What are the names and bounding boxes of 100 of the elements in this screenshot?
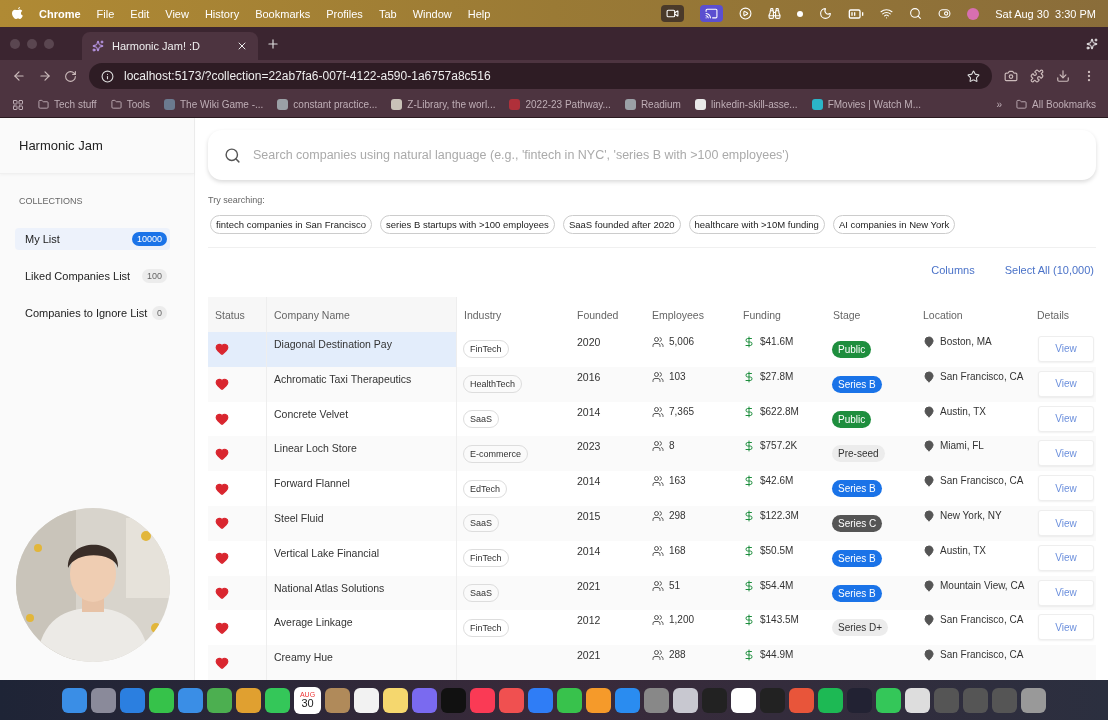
- dollar-icon: [743, 544, 755, 557]
- menu-item[interactable]: Tab: [378, 7, 397, 20]
- funding-amount: $54.4M: [760, 579, 794, 591]
- view-button[interactable]: View: [1038, 579, 1094, 606]
- dock-app-icon[interactable]: [149, 687, 174, 713]
- camera-icon[interactable]: [1004, 69, 1018, 83]
- app-title: Harmonic Jam: [0, 118, 194, 174]
- view-button[interactable]: View: [1038, 335, 1094, 362]
- column-header[interactable]: Company Name: [267, 297, 457, 332]
- extensions-icon[interactable]: [1030, 69, 1044, 83]
- bookmark-link[interactable]: Z-Library, the worl...: [407, 99, 496, 110]
- search-icon[interactable]: [909, 7, 923, 20]
- back-icon[interactable]: [12, 69, 26, 83]
- sparkle-icon[interactable]: [1086, 37, 1098, 50]
- location-text: Mountain View, CA: [940, 579, 1025, 591]
- dock-app-icon[interactable]: [383, 687, 408, 713]
- heart-icon[interactable]: [215, 446, 229, 461]
- wifi-icon[interactable]: [880, 7, 894, 20]
- location-pin-icon: [923, 370, 935, 383]
- dock-app-icon[interactable]: [354, 687, 379, 713]
- heart-icon[interactable]: [215, 516, 229, 531]
- bookmark-link[interactable]: The Wiki Game -...: [180, 99, 264, 110]
- heart-icon[interactable]: [215, 620, 229, 635]
- menu-item[interactable]: Edit: [130, 7, 150, 20]
- info-icon[interactable]: [101, 69, 114, 83]
- collection-item[interactable]: My List 10000: [15, 228, 170, 250]
- dock-app-icon[interactable]: [673, 687, 698, 713]
- dock-app-icon[interactable]: [236, 687, 261, 713]
- founded-year: 2020: [576, 334, 602, 350]
- download-icon[interactable]: [1056, 69, 1070, 83]
- bookmark-link[interactable]: Tools: [126, 99, 150, 110]
- funding-amount: $122.3M: [760, 510, 799, 522]
- menu-item[interactable]: Window: [412, 7, 452, 20]
- dock-app-icon[interactable]: [265, 687, 290, 713]
- bookmark-link[interactable]: All Bookmarks: [1032, 99, 1096, 110]
- select-all-button[interactable]: Select All (10,000): [1004, 264, 1094, 298]
- bookmark-link[interactable]: Tech stuff: [54, 99, 97, 110]
- view-button[interactable]: View: [1038, 405, 1094, 432]
- camera-icon[interactable]: [661, 5, 685, 22]
- menu-item[interactable]: Help: [467, 7, 491, 20]
- view-button[interactable]: View: [1038, 510, 1094, 537]
- location-pin-icon: [923, 405, 935, 418]
- view-button[interactable]: View: [1038, 370, 1094, 397]
- view-button[interactable]: View: [1038, 440, 1094, 467]
- dot-icon[interactable]: [797, 10, 804, 17]
- heart-icon[interactable]: [215, 586, 229, 601]
- heart-icon[interactable]: [215, 655, 229, 670]
- bookmark-link[interactable]: constant practice...: [293, 99, 378, 110]
- collection-item[interactable]: Liked Companies List 100: [15, 265, 170, 287]
- heart-icon[interactable]: [215, 481, 229, 496]
- forward-icon[interactable]: [38, 69, 52, 83]
- collection-item[interactable]: Companies to Ignore List 0: [15, 302, 170, 324]
- founded-year: 2014: [576, 543, 602, 559]
- funding-amount: $50.5M: [760, 544, 794, 556]
- location-text: New York, NY: [940, 510, 1002, 522]
- apps-icon[interactable]: [12, 98, 24, 111]
- columns-button[interactable]: Columns: [931, 264, 975, 298]
- binoculars-icon[interactable]: [768, 7, 782, 20]
- company-name: Diagonal Destination Pay: [267, 331, 457, 367]
- apple-icon[interactable]: [12, 7, 23, 20]
- bookmark-link[interactable]: 2022-23 Pathway...: [525, 99, 611, 110]
- menu-item[interactable]: Profiles: [326, 7, 363, 20]
- bookmark-star-icon[interactable]: [967, 69, 980, 83]
- menu-item[interactable]: View: [165, 7, 189, 20]
- bookmark-link[interactable]: FMovies | Watch M...: [827, 99, 921, 110]
- column-header[interactable]: Status: [208, 297, 267, 332]
- bookmark-link[interactable]: Readium: [640, 99, 681, 110]
- menu-item[interactable]: File: [96, 7, 115, 20]
- heart-icon[interactable]: [215, 342, 229, 357]
- dock-app-icon[interactable]: [557, 687, 582, 713]
- dollar-icon: [743, 440, 755, 453]
- people-icon: [652, 370, 664, 383]
- view-button[interactable]: View: [1038, 614, 1094, 641]
- reload-icon[interactable]: [64, 69, 77, 83]
- founded-year: 2014: [576, 404, 602, 420]
- dock-app-icon[interactable]: [207, 687, 232, 713]
- search-field[interactable]: Search companies using natural language (e.g., 'fintech in NYC', 'series B with >100 employees'): [251, 147, 1080, 164]
- menu-item[interactable]: Bookmarks: [255, 7, 311, 20]
- control-center-icon[interactable]: [938, 7, 952, 20]
- dock-app-icon[interactable]: [905, 687, 930, 713]
- app-menu[interactable]: Chrome: [39, 7, 81, 20]
- menu-item[interactable]: History: [204, 7, 240, 20]
- founded-year: 2021: [576, 578, 602, 594]
- heart-icon[interactable]: [215, 412, 229, 426]
- view-button[interactable]: View: [1038, 475, 1094, 502]
- address-bar[interactable]: localhost:5173/?collection=22ab7fa6-007f-4122-a590-1a6757a8c516: [89, 63, 992, 89]
- screen-share-icon[interactable]: [700, 5, 724, 22]
- dock-app-icon[interactable]: [731, 687, 756, 713]
- close-icon[interactable]: [236, 40, 248, 52]
- bookmarks-overflow[interactable]: »: [996, 99, 1003, 110]
- play-icon[interactable]: [739, 7, 753, 20]
- view-button[interactable]: View: [1038, 544, 1094, 571]
- dock-app-icon[interactable]: [586, 687, 611, 713]
- dock-app-icon[interactable]: [876, 687, 901, 713]
- new-tab-icon[interactable]: [266, 36, 280, 51]
- heart-icon[interactable]: [215, 551, 229, 566]
- heart-icon[interactable]: [215, 377, 229, 392]
- bookmark-link[interactable]: linkedin-skill-asse...: [710, 99, 798, 110]
- moon-icon[interactable]: [819, 7, 833, 20]
- browser-tab[interactable]: Harmonic Jam! :D: [82, 32, 258, 60]
